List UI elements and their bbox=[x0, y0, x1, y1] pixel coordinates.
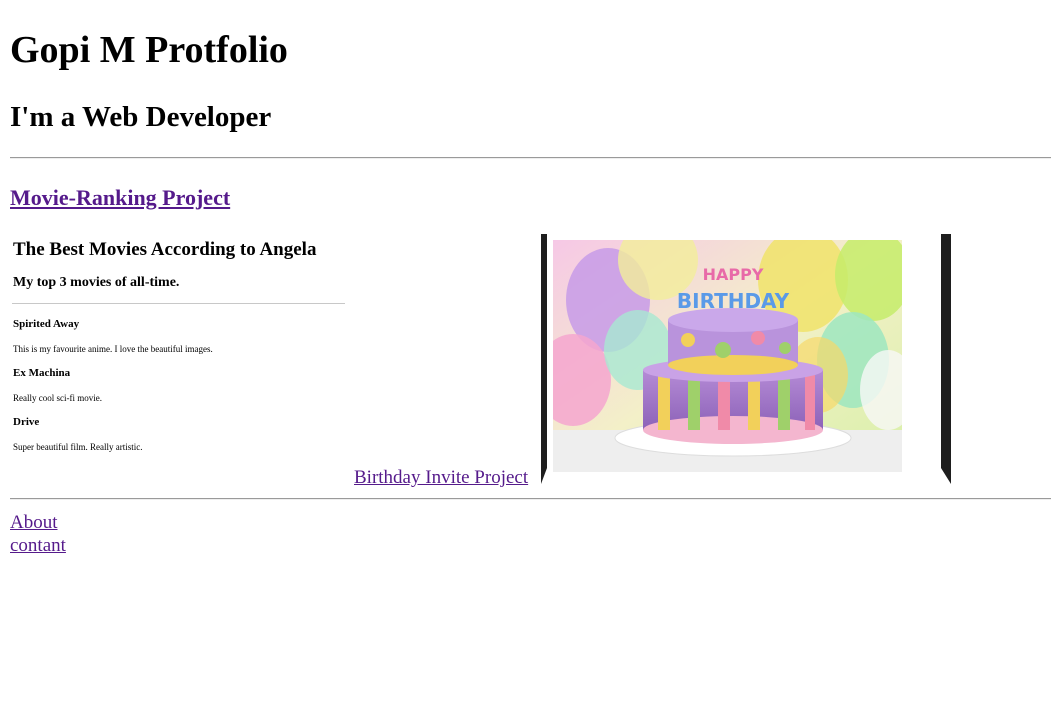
contact-link[interactable]: contant bbox=[10, 534, 66, 557]
preview-movie-desc: This is my favourite anime. I love the b… bbox=[13, 344, 213, 354]
top-divider bbox=[10, 157, 1051, 159]
preview-movie-desc: Really cool sci-fi movie. bbox=[13, 393, 102, 403]
svg-text:BIRTHDAY: BIRTHDAY bbox=[677, 289, 790, 313]
bottom-divider bbox=[10, 498, 1051, 500]
page-subtitle: I'm a Web Developer bbox=[10, 101, 272, 133]
preview-title: The Best Movies According to Angela bbox=[13, 239, 317, 260]
movie-project-preview-image: The Best Movies According to Angela My t… bbox=[10, 234, 348, 464]
about-link[interactable]: About bbox=[10, 511, 66, 534]
preview-movie-name: Ex Machina bbox=[13, 367, 71, 379]
preview-movie-desc: Super beautiful film. Really artistic. bbox=[13, 442, 143, 452]
birthday-cake-frame: HAPPY BIRTHDAY bbox=[541, 234, 951, 484]
footer-nav: About contant bbox=[10, 511, 66, 557]
preview-movie-name: Spirited Away bbox=[13, 318, 80, 330]
birthday-invite-project-link[interactable]: Birthday Invite Project bbox=[354, 466, 528, 490]
preview-subtitle: My top 3 movies of all-time. bbox=[13, 275, 180, 290]
svg-text:HAPPY: HAPPY bbox=[703, 265, 764, 284]
birthday-cake-image[interactable]: HAPPY BIRTHDAY bbox=[553, 240, 902, 472]
preview-movie-name: Drive bbox=[13, 416, 40, 428]
page-title: Gopi M Protfolio bbox=[10, 29, 288, 71]
preview-divider bbox=[12, 303, 345, 304]
movie-project-heading: Movie-Ranking Project bbox=[10, 184, 230, 212]
movie-ranking-project-link[interactable]: Movie-Ranking Project bbox=[10, 185, 230, 210]
